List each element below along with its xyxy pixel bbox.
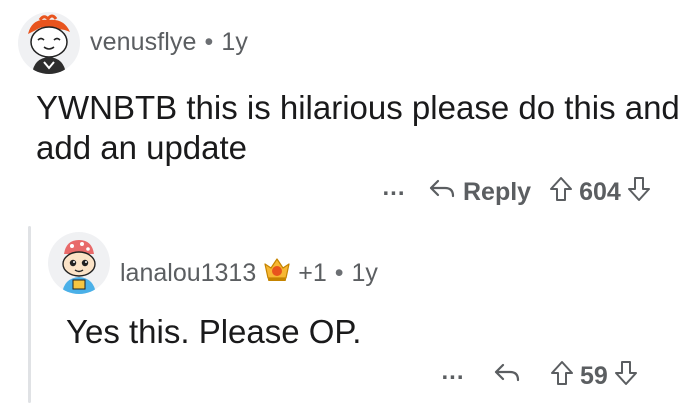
award-icon[interactable] [262, 256, 292, 291]
more-options-button[interactable]: ... [434, 360, 472, 384]
reply-label: Reply [463, 177, 532, 206]
separator-dot: • [334, 259, 344, 287]
upvote-icon[interactable] [550, 360, 574, 393]
downvote-icon[interactable] [614, 360, 638, 393]
comment-meta: lanalou1313 +1 • 1y [120, 256, 378, 291]
avatar[interactable] [48, 232, 110, 294]
thread-line[interactable] [28, 226, 31, 403]
comment-body: Yes this. Please OP. [66, 313, 362, 350]
comment-age: 1y [351, 259, 378, 287]
reply-button[interactable] [494, 362, 528, 391]
award-count: +1 [298, 259, 327, 287]
username-link[interactable]: lanalou1313 [120, 259, 256, 288]
avatar[interactable] [18, 12, 80, 74]
comment-age: 1y [221, 28, 248, 56]
comment-meta: venusflye • 1y [90, 28, 248, 57]
reply-arrow-icon [494, 362, 528, 391]
separator-dot: • [204, 28, 214, 56]
reply-arrow-icon [429, 178, 463, 207]
vote-control: 59 [550, 360, 638, 393]
username-link[interactable]: venusflye [90, 28, 197, 56]
upvote-icon[interactable] [549, 176, 573, 209]
comment-actions: ... 59 [434, 356, 638, 396]
comment-actions: ... Reply 604 [375, 172, 651, 212]
more-options-button[interactable]: ... [375, 176, 413, 200]
vote-score: 604 [579, 177, 621, 206]
vote-control: 604 [549, 176, 651, 209]
downvote-icon[interactable] [627, 176, 651, 209]
reply-button[interactable]: Reply [429, 178, 531, 207]
comment-body: YWNBTB this is hilarious please do this … [36, 89, 680, 166]
vote-score: 59 [580, 361, 608, 390]
